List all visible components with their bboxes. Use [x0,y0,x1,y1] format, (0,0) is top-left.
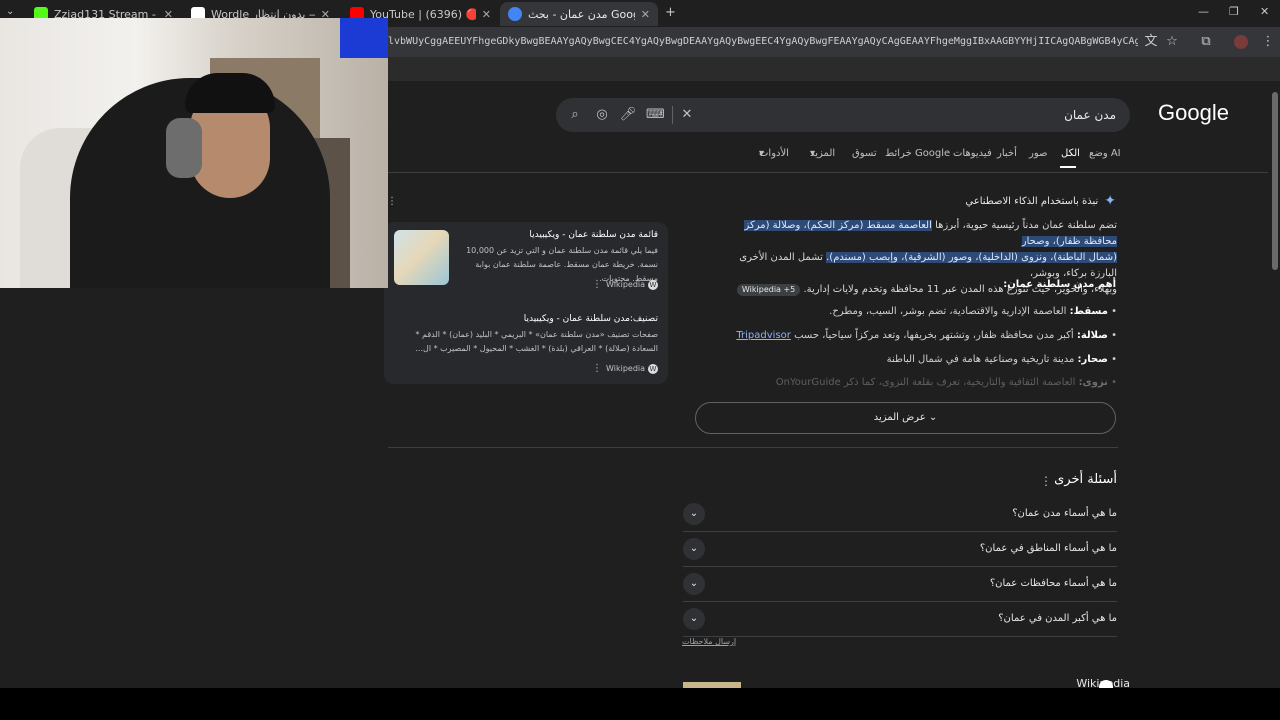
webcam-background [340,18,388,58]
list-item: • نزوى: العاصمة الثقافية والتاريخية، تعر… [775,377,1117,388]
bullet-text: العاصمة الثقافية والتاريخية، تعرف بقلعة … [775,377,1079,388]
scrollbar-thumb[interactable] [1272,92,1278,270]
wikipedia-favicon-icon: W [648,280,658,290]
tab-news[interactable]: أخبار [997,148,1017,159]
bullet-text: أكبر مدن محافظة ظفار، وتشتهر بخريفها، وت… [790,330,1077,341]
tab-shopping[interactable]: تسوق [852,148,877,159]
list-item: • صحار: مدينة تاريخية وصناعية هامة في شم… [886,354,1117,365]
wikipedia-favicon-icon: W [648,364,658,374]
more-options-icon[interactable]: ⋮ [592,363,602,374]
question-row[interactable]: ما هي أكبر المدن في عمان؟ ⌄ [683,601,1117,637]
list-item: • صلالة: أكبر مدن محافظة ظفار، وتشتهر بخ… [736,330,1117,341]
bullet-text: مدينة تاريخية وصناعية هامة في شمال الباط… [886,354,1078,365]
more-options-icon[interactable]: ⋮ [592,279,602,290]
bookmark-star-icon[interactable]: ☆ [1163,33,1181,51]
more-options-icon[interactable]: ⋮ [1040,474,1052,488]
close-icon[interactable]: ✕ [482,8,491,21]
ai-overview-title: نبذة باستخدام الذكاء الاصطناعي [965,195,1099,207]
source-title[interactable]: قائمة مدن سلطنة عمان - ويكيبيديا [529,230,658,240]
ai-subheading: أهم مدن سلطنة عمان: [1003,279,1116,290]
tab-google-search[interactable]: مدن عمان - بحث Google ✕ [500,2,658,26]
source-chip[interactable]: Wikipedia +5 [736,284,801,296]
active-tab-indicator [1060,166,1076,168]
ai-text-part: تضم سلطنة عمان مدناً رئيسية حيوية، أبرزه… [931,220,1117,231]
list-item: • مسقط: العاصمة الإدارية والاقتصادية، تض… [829,306,1117,317]
chevron-down-icon: ⌄ [928,412,938,423]
new-tab-plus-icon[interactable]: + [665,5,676,20]
taskbar [0,688,1280,720]
search-box[interactable]: مدن عمان ⌕ ◎ 🎤︎ ⌨ ✕ [556,98,1130,132]
headset-icon [166,118,202,178]
restore-icon[interactable]: ❐ [1229,5,1239,18]
people-also-ask-title: أسئلة أخرى [1054,472,1117,487]
bullet-title: نزوى: [1078,377,1108,388]
ai-sources-panel: قائمة مدن سلطنة عمان - ويكيبيديا فيما يل… [384,222,668,384]
webcam-overlay [0,18,388,288]
bullet-title: مسقط: [1069,306,1108,317]
question-row[interactable]: ما هي أسماء المناطق في عمان؟ ⌄ [683,531,1117,567]
page-top-band [388,57,1280,81]
tab-all[interactable]: الكل [1061,148,1080,159]
webcam-streamer-hair [185,73,275,113]
bullet-title: صلالة: [1076,330,1108,341]
feedback-link[interactable]: إرسال ملاحظات [682,637,736,646]
chevron-down-icon[interactable]: ⌄ [683,538,705,560]
divider [388,447,1118,448]
divider [388,172,1268,173]
chevron-down-icon[interactable]: ⌄ [683,503,705,525]
question-row[interactable]: ما هي أسماء مدن عمان؟ ⌄ [683,496,1117,532]
keyboard-icon[interactable]: ⌨ [646,106,665,124]
chevron-down-icon[interactable]: ⌄ [683,608,705,630]
sparkle-icon: ✦ [1104,193,1116,209]
search-divider [672,106,673,124]
minimize-icon[interactable]: — [1198,5,1209,18]
source-name: Wikipedia [606,280,646,289]
search-input[interactable]: مدن عمان [1064,98,1116,132]
tripadvisor-link[interactable]: Tripadvisor [736,330,791,341]
question-text: ما هي أسماء محافظات عمان؟ [989,578,1117,589]
show-more-button[interactable]: عرض المزيد ⌄ [695,402,1116,434]
source-title[interactable]: تصنيف:مدن سلطنة عمان - ويكيبيديا [524,314,658,324]
bullet-title: صحار: [1077,354,1108,365]
tab-more-label: المزيد [810,148,836,159]
google-logo[interactable]: Google [1158,100,1229,126]
source-snippet: صفحات تصنيف «مدن سلطنة عمان» * البريمي *… [415,330,658,353]
highlighted-text: (شمال الباطنة)، ونزوى (الداخلية)، وصور (… [826,252,1117,263]
bullet-text: العاصمة الإدارية والاقتصادية، تضم بوشر، … [829,306,1070,317]
drag-handle-icon[interactable]: ⋮ [387,196,397,207]
question-text: ما هي أسماء مدن عمان؟ [1012,508,1117,519]
show-more-label: عرض المزيد [873,412,926,423]
ai-overview-header: ✦ نبذة باستخدام الذكاء الاصطناعي [965,193,1116,209]
tab-search-icon[interactable]: ⌄ [6,6,14,17]
lens-camera-icon[interactable]: ◎ [593,106,611,124]
translate-icon[interactable]: 文 [1142,33,1160,51]
tab-maps[interactable]: خرائط Google [885,148,950,159]
source-name: Wikipedia [606,364,646,373]
google-favicon-icon [508,7,522,21]
microphone-icon[interactable]: 🎤︎ [619,106,637,124]
close-icon[interactable]: ✕ [641,8,650,21]
window-close-icon[interactable]: ✕ [1260,5,1269,18]
tab-title: مدن عمان - بحث Google [528,7,635,21]
tab-ai-mode[interactable]: وضع AI [1089,148,1121,159]
chevron-down-icon[interactable]: ⌄ [683,573,705,595]
question-row[interactable]: ما هي أسماء محافظات عمان؟ ⌄ [683,566,1117,602]
browser-menu-icon[interactable]: ⋮ [1259,33,1277,51]
clear-icon[interactable]: ✕ [678,106,696,124]
question-text: ما هي أسماء المناطق في عمان؟ [979,543,1117,554]
tab-tools-label: الأدوات [759,148,789,159]
tab-images[interactable]: صور [1029,148,1048,159]
extensions-icon[interactable]: ⧉ [1197,33,1215,51]
tab-videos[interactable]: فيديوهات [953,148,992,159]
profile-avatar[interactable] [1232,33,1250,51]
search-icon[interactable]: ⌕ [566,106,584,124]
map-thumbnail[interactable] [394,230,449,285]
question-text: ما هي أكبر المدن في عمان؟ [998,613,1117,624]
address-bar[interactable]: lvbWUyCggAEEUYFhgeGDkyBwgBEAAYgAQyBwgCEC… [388,31,1138,53]
